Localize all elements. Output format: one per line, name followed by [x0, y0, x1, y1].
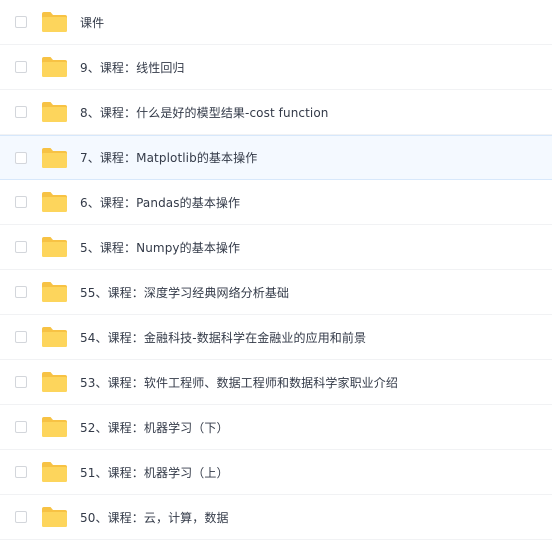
row-checkbox[interactable] [15, 61, 27, 73]
file-name[interactable]: 55、课程：深度学习经典网络分析基础 [80, 284, 289, 301]
folder-icon [41, 191, 68, 213]
file-name[interactable]: 课件 [80, 14, 104, 31]
row-checkbox[interactable] [15, 376, 27, 388]
list-item[interactable]: 51、课程：机器学习（上） [0, 450, 552, 495]
list-item[interactable]: 55、课程：深度学习经典网络分析基础 [0, 270, 552, 315]
folder-icon [41, 236, 68, 258]
file-name[interactable]: 7、课程：Matplotlib的基本操作 [80, 149, 257, 166]
folder-icon [41, 371, 68, 393]
list-item[interactable]: 8、课程：什么是好的模型结果-cost function [0, 90, 552, 135]
file-list: 课件 9、课程：线性回归 8、课程：什么是好的模型结果-cost functio… [0, 0, 552, 540]
row-checkbox[interactable] [15, 511, 27, 523]
folder-icon [41, 416, 68, 438]
list-item[interactable]: 7、课程：Matplotlib的基本操作 [0, 135, 552, 180]
file-name[interactable]: 9、课程：线性回归 [80, 59, 185, 76]
list-item[interactable]: 50、课程：云，计算，数据 [0, 495, 552, 540]
row-checkbox[interactable] [15, 331, 27, 343]
row-checkbox[interactable] [15, 106, 27, 118]
row-checkbox[interactable] [15, 421, 27, 433]
list-item[interactable]: 课件 [0, 0, 552, 45]
folder-icon [41, 281, 68, 303]
file-name[interactable]: 52、课程：机器学习（下） [80, 419, 229, 436]
list-item[interactable]: 53、课程：软件工程师、数据工程师和数据科学家职业介绍 [0, 360, 552, 405]
row-checkbox[interactable] [15, 286, 27, 298]
file-name[interactable]: 51、课程：机器学习（上） [80, 464, 229, 481]
file-name[interactable]: 53、课程：软件工程师、数据工程师和数据科学家职业介绍 [80, 374, 398, 391]
folder-icon [41, 56, 68, 78]
row-checkbox[interactable] [15, 151, 27, 164]
folder-icon [41, 461, 68, 483]
list-item[interactable]: 52、课程：机器学习（下） [0, 405, 552, 450]
file-name[interactable]: 6、课程：Pandas的基本操作 [80, 194, 240, 211]
row-checkbox[interactable] [15, 466, 27, 478]
list-item[interactable]: 6、课程：Pandas的基本操作 [0, 180, 552, 225]
folder-icon [41, 101, 68, 123]
folder-icon [41, 147, 68, 169]
list-item[interactable]: 9、课程：线性回归 [0, 45, 552, 90]
folder-icon [41, 326, 68, 348]
file-name[interactable]: 8、课程：什么是好的模型结果-cost function [80, 104, 329, 121]
row-checkbox[interactable] [15, 241, 27, 253]
list-item[interactable]: 54、课程：金融科技-数据科学在金融业的应用和前景 [0, 315, 552, 360]
file-name[interactable]: 54、课程：金融科技-数据科学在金融业的应用和前景 [80, 329, 366, 346]
folder-icon [41, 11, 68, 33]
row-checkbox[interactable] [15, 16, 27, 28]
folder-icon [41, 506, 68, 528]
list-item[interactable]: 5、课程：Numpy的基本操作 [0, 225, 552, 270]
file-name[interactable]: 5、课程：Numpy的基本操作 [80, 239, 240, 256]
file-name[interactable]: 50、课程：云，计算，数据 [80, 509, 229, 526]
row-checkbox[interactable] [15, 196, 27, 208]
